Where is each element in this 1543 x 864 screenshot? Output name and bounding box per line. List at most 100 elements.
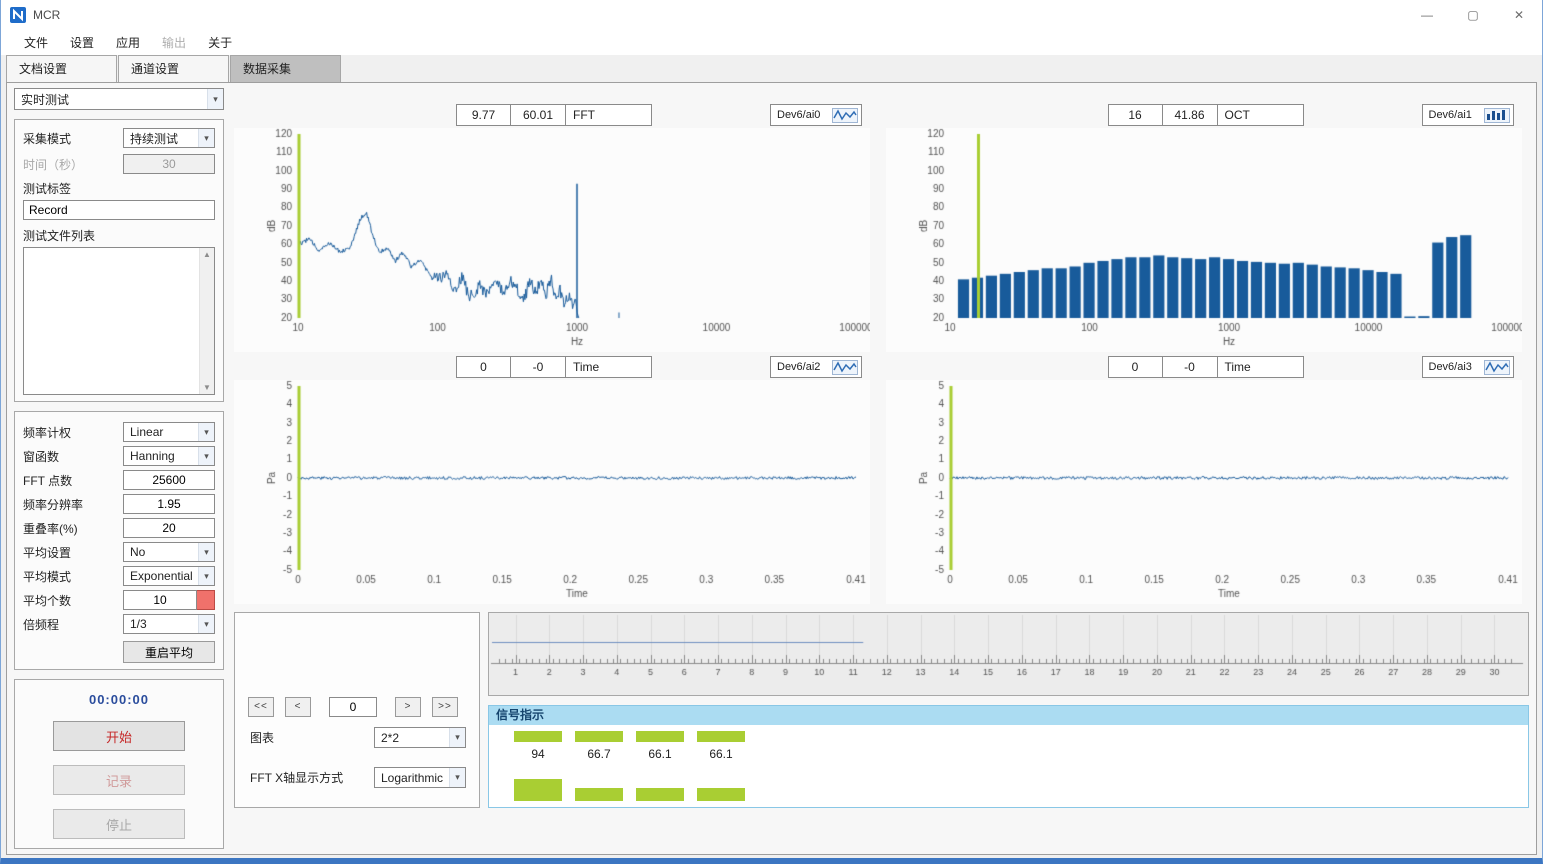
average-mode-value: Exponential	[124, 569, 198, 583]
tab-channel-settings[interactable]: 通道设置	[118, 55, 229, 82]
chart-layout-select[interactable]: 2*2 ▾	[374, 727, 466, 748]
last-page-button[interactable]: >>	[432, 697, 458, 717]
menu-application[interactable]: 应用	[105, 34, 151, 51]
param-label-fft-points: FFT 点数	[23, 472, 123, 489]
signal-meter-level	[514, 779, 562, 801]
tab-data-acquisition[interactable]: 数据采集	[230, 55, 341, 82]
octave-select[interactable]: 1/3 ▾	[123, 614, 215, 634]
time-ai2-plot[interactable]	[234, 380, 870, 604]
window-controls: — ▢ ✕	[1404, 0, 1542, 30]
test-file-list[interactable]: ▲ ▼	[23, 247, 215, 395]
record-timeline-canvas[interactable]	[489, 613, 1525, 695]
freq-weighting-value: Linear	[124, 425, 198, 439]
record-button[interactable]: 记录	[53, 765, 185, 795]
average-count-input[interactable]	[123, 590, 197, 610]
first-page-button[interactable]: <<	[248, 697, 274, 717]
average-count-indicator	[197, 590, 215, 610]
window-function-value: Hanning	[124, 449, 198, 463]
fft-chart-cell: 9.77 60.01 FFT Dev6/ai0	[234, 104, 874, 352]
channel-name: Dev6/ai3	[1429, 361, 1472, 373]
cursor-y-value: -0	[1163, 356, 1218, 378]
scrollbar[interactable]: ▲ ▼	[199, 248, 214, 394]
elapsed-time: 00:00:00	[89, 692, 149, 707]
chevron-down-icon: ▾	[198, 615, 214, 633]
tab-document-settings[interactable]: 文档设置	[6, 55, 117, 82]
page-number-input[interactable]	[329, 697, 377, 717]
oct-plot[interactable]	[886, 128, 1522, 352]
chart-layout-value: 2*2	[375, 731, 449, 745]
settings-sidebar: 实时测试 ▾ 采集模式 持续测试 ▾ 时间（秒） 测试标签 测试文件列表	[14, 88, 224, 849]
fft-axis-scale-select[interactable]: Logarithmic ▾	[374, 767, 466, 788]
channel-name: Dev6/ai0	[777, 109, 820, 121]
average-mode-select[interactable]: Exponential ▾	[123, 566, 215, 586]
acq-mode-select[interactable]: 持续测试 ▾	[123, 128, 215, 148]
signal-indicator-panel: 信号指示 94 66.7 66.1 66.1	[488, 705, 1529, 808]
chevron-down-icon: ▾	[198, 129, 214, 147]
param-label-octave: 倍频程	[23, 616, 123, 633]
record-tag-input[interactable]	[23, 200, 215, 220]
oct-chart-cell: 16 41.86 OCT Dev6/ai1	[886, 104, 1526, 352]
fft-points-input[interactable]	[123, 470, 215, 490]
prev-page-button[interactable]: <	[285, 697, 311, 717]
freq-weighting-select[interactable]: Linear ▾	[123, 422, 215, 442]
maximize-icon: ▢	[1467, 8, 1478, 22]
record-tag-label: 测试标签	[23, 180, 215, 197]
next-page-button[interactable]: >	[395, 697, 421, 717]
chevron-down-icon: ▾	[198, 423, 214, 441]
menu-output: 输出	[151, 34, 197, 51]
chevron-down-icon: ▾	[449, 728, 465, 747]
channel-selector-ai1[interactable]: Dev6/ai1	[1422, 104, 1514, 126]
average-setting-select[interactable]: No ▾	[123, 542, 215, 562]
signal-level-value: 66.1	[697, 747, 745, 761]
overlap-input[interactable]	[123, 518, 215, 538]
bar-chart-icon	[1484, 108, 1510, 123]
channel-selector-ai2[interactable]: Dev6/ai2	[770, 356, 862, 378]
cursor-x-value: 0	[456, 356, 511, 378]
menu-file[interactable]: 文件	[13, 34, 59, 51]
param-label-average-mode: 平均模式	[23, 568, 123, 585]
window-title: MCR	[33, 8, 60, 22]
signal-meter-level	[636, 788, 684, 801]
minimize-button[interactable]: —	[1404, 0, 1450, 30]
titlebar: MCR — ▢ ✕	[1, 0, 1542, 30]
time-ai3-chart-cell: 0 -0 Time Dev6/ai3	[886, 356, 1526, 604]
menu-about[interactable]: 关于	[197, 34, 243, 51]
time-ai3-plot[interactable]	[886, 380, 1522, 604]
param-label-average-count: 平均个数	[23, 592, 123, 609]
freq-resolution-input[interactable]	[123, 494, 215, 514]
bottom-right-column: 信号指示 94 66.7 66.1 66.1	[488, 612, 1529, 808]
channel-selector-ai0[interactable]: Dev6/ai0	[770, 104, 862, 126]
maximize-button[interactable]: ▢	[1450, 0, 1496, 30]
cursor-x-value: 16	[1108, 104, 1163, 126]
menu-settings[interactable]: 设置	[59, 34, 105, 51]
scroll-down-icon[interactable]: ▼	[203, 383, 211, 392]
record-timeline[interactable]	[488, 612, 1529, 696]
acq-mode-label: 采集模式	[23, 130, 123, 147]
chart-type-label: FFT	[566, 104, 652, 126]
octave-value: 1/3	[124, 617, 198, 631]
chevron-down-icon: ▾	[207, 89, 223, 109]
param-label-freq-resolution: 频率分辨率	[23, 496, 123, 513]
fft-plot[interactable]	[234, 128, 870, 352]
time-ai3-chart-header: 0 -0 Time Dev6/ai3	[886, 356, 1526, 378]
app-window: MCR — ▢ ✕ 文件 设置 应用 输出 关于 文档设置 通道设置 数据采集 …	[0, 0, 1543, 864]
chevron-down-icon: ▾	[198, 543, 214, 561]
cursor-x-value: 9.77	[456, 104, 511, 126]
signal-meter	[636, 731, 684, 742]
start-button[interactable]: 开始	[53, 721, 185, 751]
acq-mode-value: 持续测试	[124, 130, 198, 147]
close-icon: ✕	[1514, 8, 1524, 22]
window-function-select[interactable]: Hanning ▾	[123, 446, 215, 466]
scroll-up-icon[interactable]: ▲	[203, 250, 211, 259]
minimize-icon: —	[1421, 8, 1433, 22]
signal-meter-level	[575, 788, 623, 801]
oct-chart-header: 16 41.86 OCT Dev6/ai1	[886, 104, 1526, 126]
page-navigation: << < > >>	[248, 697, 458, 717]
stop-button[interactable]: 停止	[53, 809, 185, 839]
restart-average-button[interactable]: 重启平均	[123, 641, 215, 663]
cursor-y-value: 60.01	[511, 104, 566, 126]
close-button[interactable]: ✕	[1496, 0, 1542, 30]
test-mode-select[interactable]: 实时测试 ▾	[14, 88, 224, 110]
chevron-down-icon: ▾	[449, 768, 465, 787]
channel-selector-ai3[interactable]: Dev6/ai3	[1422, 356, 1514, 378]
